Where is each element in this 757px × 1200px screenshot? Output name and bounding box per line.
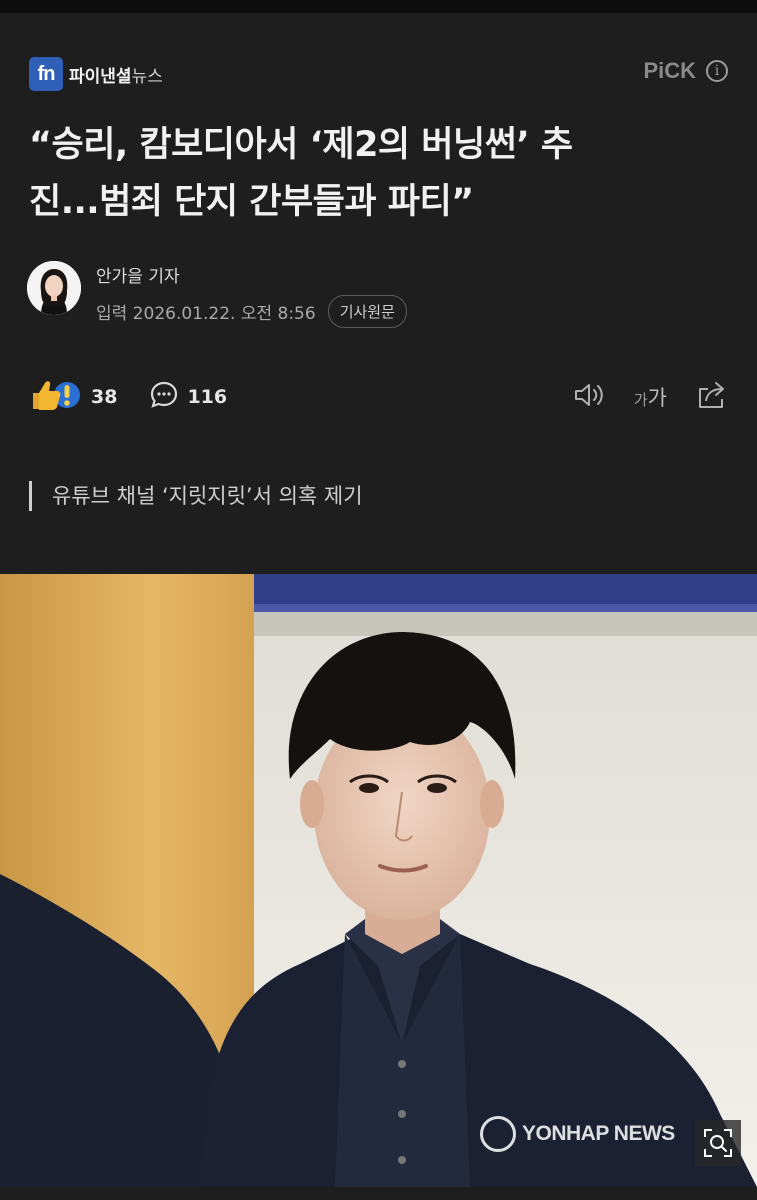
photo-watermark: YONHAP NEWS <box>480 1116 675 1152</box>
article-subheading: 유튜브 채널 ‘지릿지릿’서 의혹 제기 <box>29 481 363 511</box>
reporter-name[interactable]: 안가을 기자 <box>96 262 180 287</box>
reaction-count: 38 <box>91 386 118 408</box>
article-headline: “승리, 캄보디아서 ‘제2의 버닝썬’ 추 진...범죄 단지 간부들과 파티… <box>29 117 719 231</box>
reporter-avatar[interactable] <box>27 261 81 315</box>
font-size-button[interactable]: 가가 <box>634 382 667 412</box>
publisher-name: 파이낸셜뉴스 <box>69 62 163 87</box>
comment-button[interactable]: 116 <box>149 380 227 414</box>
thumbs-up-exclaim-icon <box>29 378 83 416</box>
speaker-icon[interactable] <box>572 380 606 414</box>
watermark-text: YONHAP NEWS <box>522 1122 675 1145</box>
publisher-header[interactable]: fn 파이낸셜뉴스 <box>29 57 163 91</box>
font-size-small-label: 가 <box>633 391 648 409</box>
publish-date: 입력 2026.01.22. 오전 8:56 <box>96 304 316 324</box>
original-article-button[interactable]: 기사원문 <box>327 295 407 328</box>
reaction-button[interactable]: 38 <box>29 378 117 416</box>
pick-badge[interactable]: PiCK i <box>643 58 728 84</box>
article-photo[interactable] <box>0 574 757 1187</box>
reaction-bar: 38 116 <box>29 378 227 416</box>
article-dateline: 입력 2026.01.22. 오전 8:56 기사원문 <box>96 295 407 328</box>
article-tools: 가가 <box>544 380 727 414</box>
publisher-name-main: 파이낸셜 <box>69 66 132 87</box>
pick-label: PiCK <box>643 58 696 83</box>
yonhap-logo-icon <box>480 1116 516 1152</box>
headline-line-1: “승리, 캄보디아서 ‘제2의 버닝썬’ 추 <box>29 125 573 165</box>
publisher-name-sub: 뉴스 <box>131 66 163 87</box>
zoom-icon[interactable] <box>695 1120 741 1166</box>
font-size-large-label: 가 <box>647 386 667 410</box>
share-icon[interactable] <box>695 380 727 414</box>
comment-count: 116 <box>187 386 228 408</box>
headline-line-2: 진...범죄 단지 간부들과 파티” <box>29 182 474 222</box>
speech-bubble-icon <box>149 380 179 414</box>
publisher-logo: fn <box>29 57 63 91</box>
info-icon[interactable]: i <box>706 60 728 82</box>
